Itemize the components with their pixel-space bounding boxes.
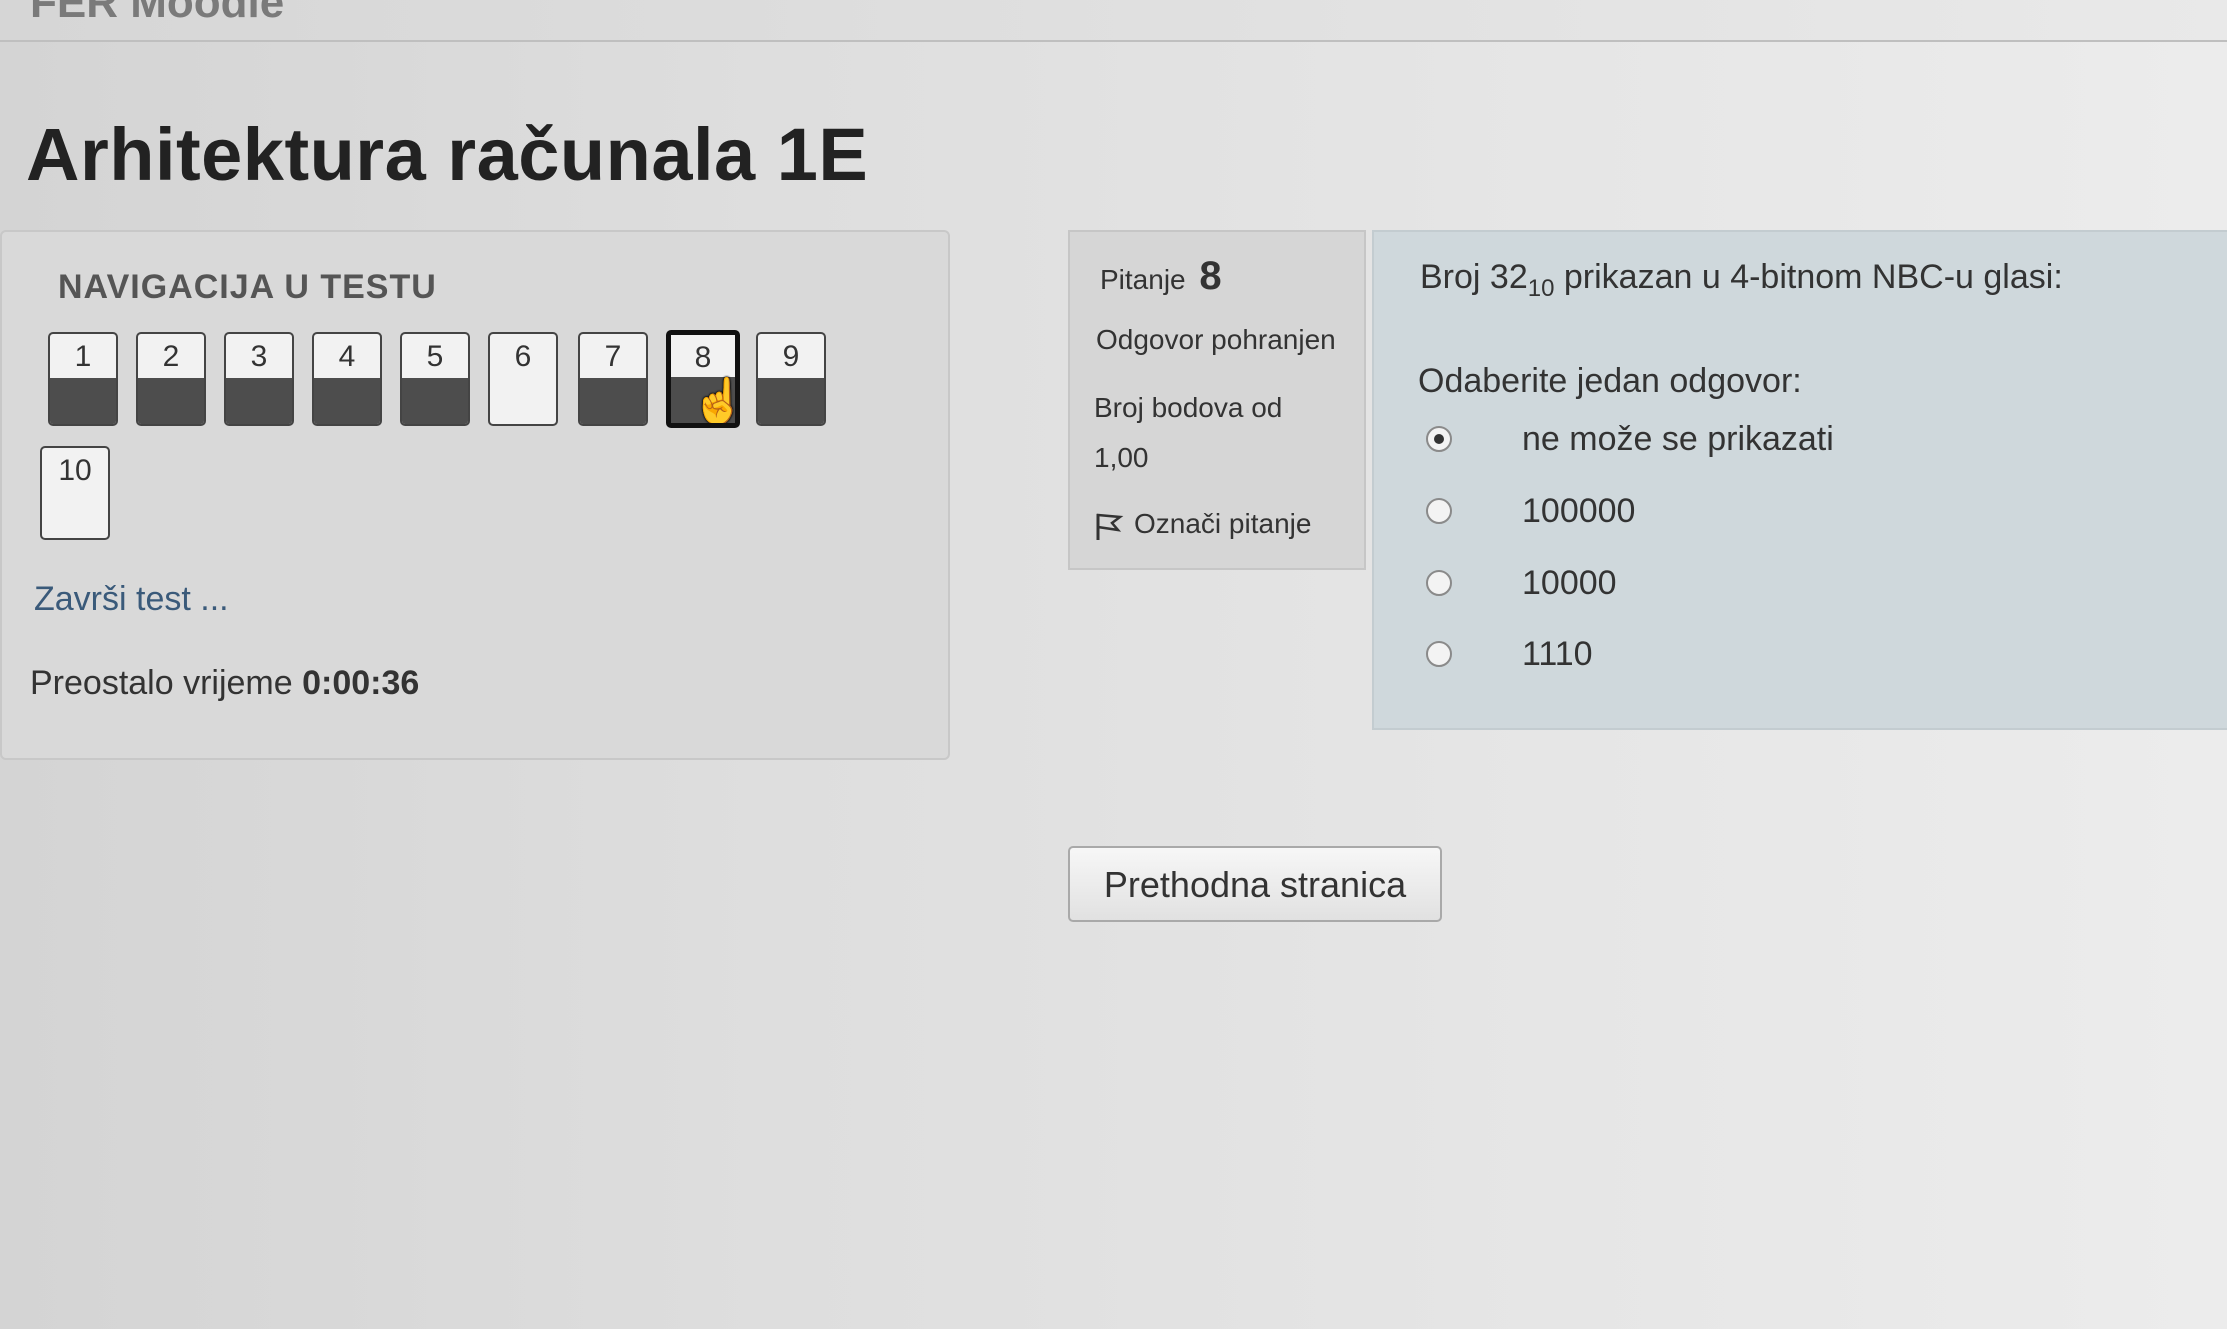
answer-option-label: 1110 <box>1522 635 1593 673</box>
question-number-value: 8 <box>1199 254 1222 298</box>
time-remaining: Preostalo vrijeme 0:00:36 <box>30 664 419 703</box>
answered-indicator <box>758 378 824 424</box>
nav-button-label: 3 <box>250 340 268 373</box>
nav-button-label: 9 <box>782 340 800 373</box>
nav-button-label: 7 <box>604 340 622 373</box>
radio-selected-icon[interactable] <box>1426 426 1452 452</box>
site-brand[interactable]: FER Moodle <box>30 0 284 28</box>
nav-button-label: 8 <box>694 341 712 374</box>
question-state: Odgovor pohranjen <box>1096 324 1336 355</box>
quiz-navigation-title: NAVIGACIJA U TESTU <box>58 268 437 306</box>
answered-indicator <box>580 378 646 424</box>
question-grade-value: 1,00 <box>1094 442 1149 473</box>
nav-button-label: 1 <box>74 340 92 373</box>
nav-button-label: 5 <box>426 340 444 373</box>
nav-button-label: 10 <box>58 454 92 487</box>
question-info-block: Pitanje 8 Odgovor pohranjen Broj bodova … <box>1068 230 1366 570</box>
radio-unselected-icon[interactable] <box>1426 498 1452 524</box>
answered-indicator <box>402 378 468 424</box>
flag-question-label: Označi pitanje <box>1134 508 1312 539</box>
top-bar: FER Moodle <box>0 0 2227 42</box>
nav-button-1[interactable]: 1 <box>48 332 118 426</box>
quiz-navigation-block: NAVIGACIJA U TESTU 1 2 3 4 5 6 7 8 ☝ 9 1… <box>0 230 950 760</box>
nav-button-4[interactable]: 4 <box>312 332 382 426</box>
nav-button-label: 6 <box>514 340 532 373</box>
time-remaining-label: Preostalo vrijeme <box>30 664 293 702</box>
question-text-subscript: 10 <box>1527 274 1555 302</box>
answered-indicator <box>50 378 116 424</box>
question-content-block: Broj 3210 prikazan u 4-bitnom NBC-u glas… <box>1372 230 2227 730</box>
nav-button-7[interactable]: 7 <box>578 332 648 426</box>
question-grade-label: Broj bodova od <box>1094 392 1283 423</box>
hand-cursor-icon: ☝ <box>691 375 735 423</box>
nav-button-8-current[interactable]: 8 ☝ <box>666 330 740 428</box>
flag-question-button[interactable]: Označi pitanje <box>1094 508 1311 541</box>
nav-button-3[interactable]: 3 <box>224 332 294 426</box>
answered-indicator <box>138 378 204 424</box>
answered-indicator <box>226 378 292 424</box>
answer-option-label: 100000 <box>1522 492 1636 530</box>
page-title: Arhitektura računala 1E <box>26 113 869 196</box>
nav-button-5[interactable]: 5 <box>400 332 470 426</box>
answer-option-label: 10000 <box>1522 564 1617 602</box>
nav-button-6[interactable]: 6 <box>488 332 558 426</box>
previous-page-button[interactable]: Prethodna stranica <box>1068 846 1442 922</box>
radio-unselected-icon[interactable] <box>1426 570 1452 596</box>
nav-button-10[interactable]: 10 <box>40 446 110 540</box>
nav-button-label: 2 <box>162 340 180 373</box>
question-text: Broj 3210 prikazan u 4-bitnom NBC-u glas… <box>1420 258 2063 303</box>
time-remaining-value: 0:00:36 <box>302 664 420 702</box>
answered-indicator <box>314 378 380 424</box>
answer-option-label: ne može se prikazati <box>1522 420 1834 458</box>
question-number: Pitanje 8 <box>1100 254 1222 299</box>
answer-prompt: Odaberite jedan odgovor: <box>1418 362 1802 400</box>
nav-button-9[interactable]: 9 <box>756 332 826 426</box>
nav-button-label: 4 <box>338 340 356 373</box>
finish-attempt-link[interactable]: Završi test ... <box>34 580 229 619</box>
flag-icon <box>1096 513 1124 540</box>
nav-button-2[interactable]: 2 <box>136 332 206 426</box>
radio-unselected-icon[interactable] <box>1426 641 1452 667</box>
question-text-main: Broj 32 <box>1420 258 1528 296</box>
question-label: Pitanje <box>1100 264 1186 295</box>
question-text-rest: prikazan u 4-bitnom NBC-u glasi: <box>1554 258 2063 296</box>
